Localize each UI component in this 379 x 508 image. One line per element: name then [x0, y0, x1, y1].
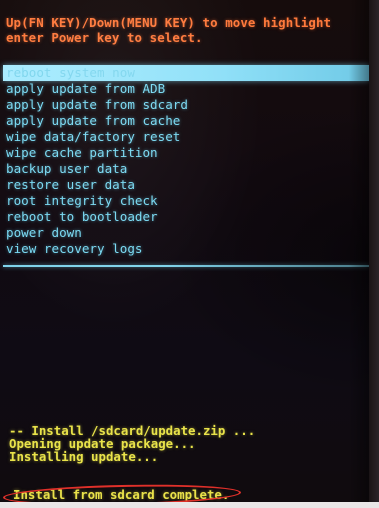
install-log: -- Install /sdcard/update.zip ... Openin…: [9, 424, 369, 463]
menu-item-restore-user-data[interactable]: restore user data: [3, 177, 369, 193]
menu-divider: [3, 265, 369, 267]
menu-item-root-integrity-check[interactable]: root integrity check: [3, 193, 369, 209]
menu-item-apply-update-cache[interactable]: apply update from cache: [3, 113, 369, 129]
menu-item-reboot-to-bootloader[interactable]: reboot to bootloader: [3, 209, 369, 225]
instructions-line-1: Up(FN KEY)/Down(MENU KEY) to move highli…: [6, 15, 332, 30]
menu-item-apply-update-sdcard[interactable]: apply update from sdcard: [3, 97, 369, 113]
phone-bezel-edge: [369, 0, 379, 508]
menu-item-power-down[interactable]: power down: [3, 225, 369, 241]
menu-item-view-recovery-logs[interactable]: view recovery logs: [3, 241, 369, 257]
menu-item-wipe-data-factory-reset[interactable]: wipe data/factory reset: [3, 129, 369, 145]
menu-item-backup-user-data[interactable]: backup user data: [3, 161, 369, 177]
recovery-menu: reboot system now apply update from ADB …: [3, 65, 369, 257]
recovery-screen-photo: Up(FN KEY)/Down(MENU KEY) to move highli…: [0, 0, 379, 508]
log-line-installing: Installing update...: [9, 449, 159, 464]
menu-item-apply-update-adb[interactable]: apply update from ADB: [3, 81, 369, 97]
menu-item-wipe-cache-partition[interactable]: wipe cache partition: [3, 145, 369, 161]
instructions-header: Up(FN KEY)/Down(MENU KEY) to move highli…: [6, 15, 378, 45]
phone-bottom-bezel: [0, 502, 379, 508]
instructions-line-2: enter Power key to select.: [6, 30, 203, 45]
menu-item-reboot-system-now[interactable]: reboot system now: [3, 65, 369, 81]
